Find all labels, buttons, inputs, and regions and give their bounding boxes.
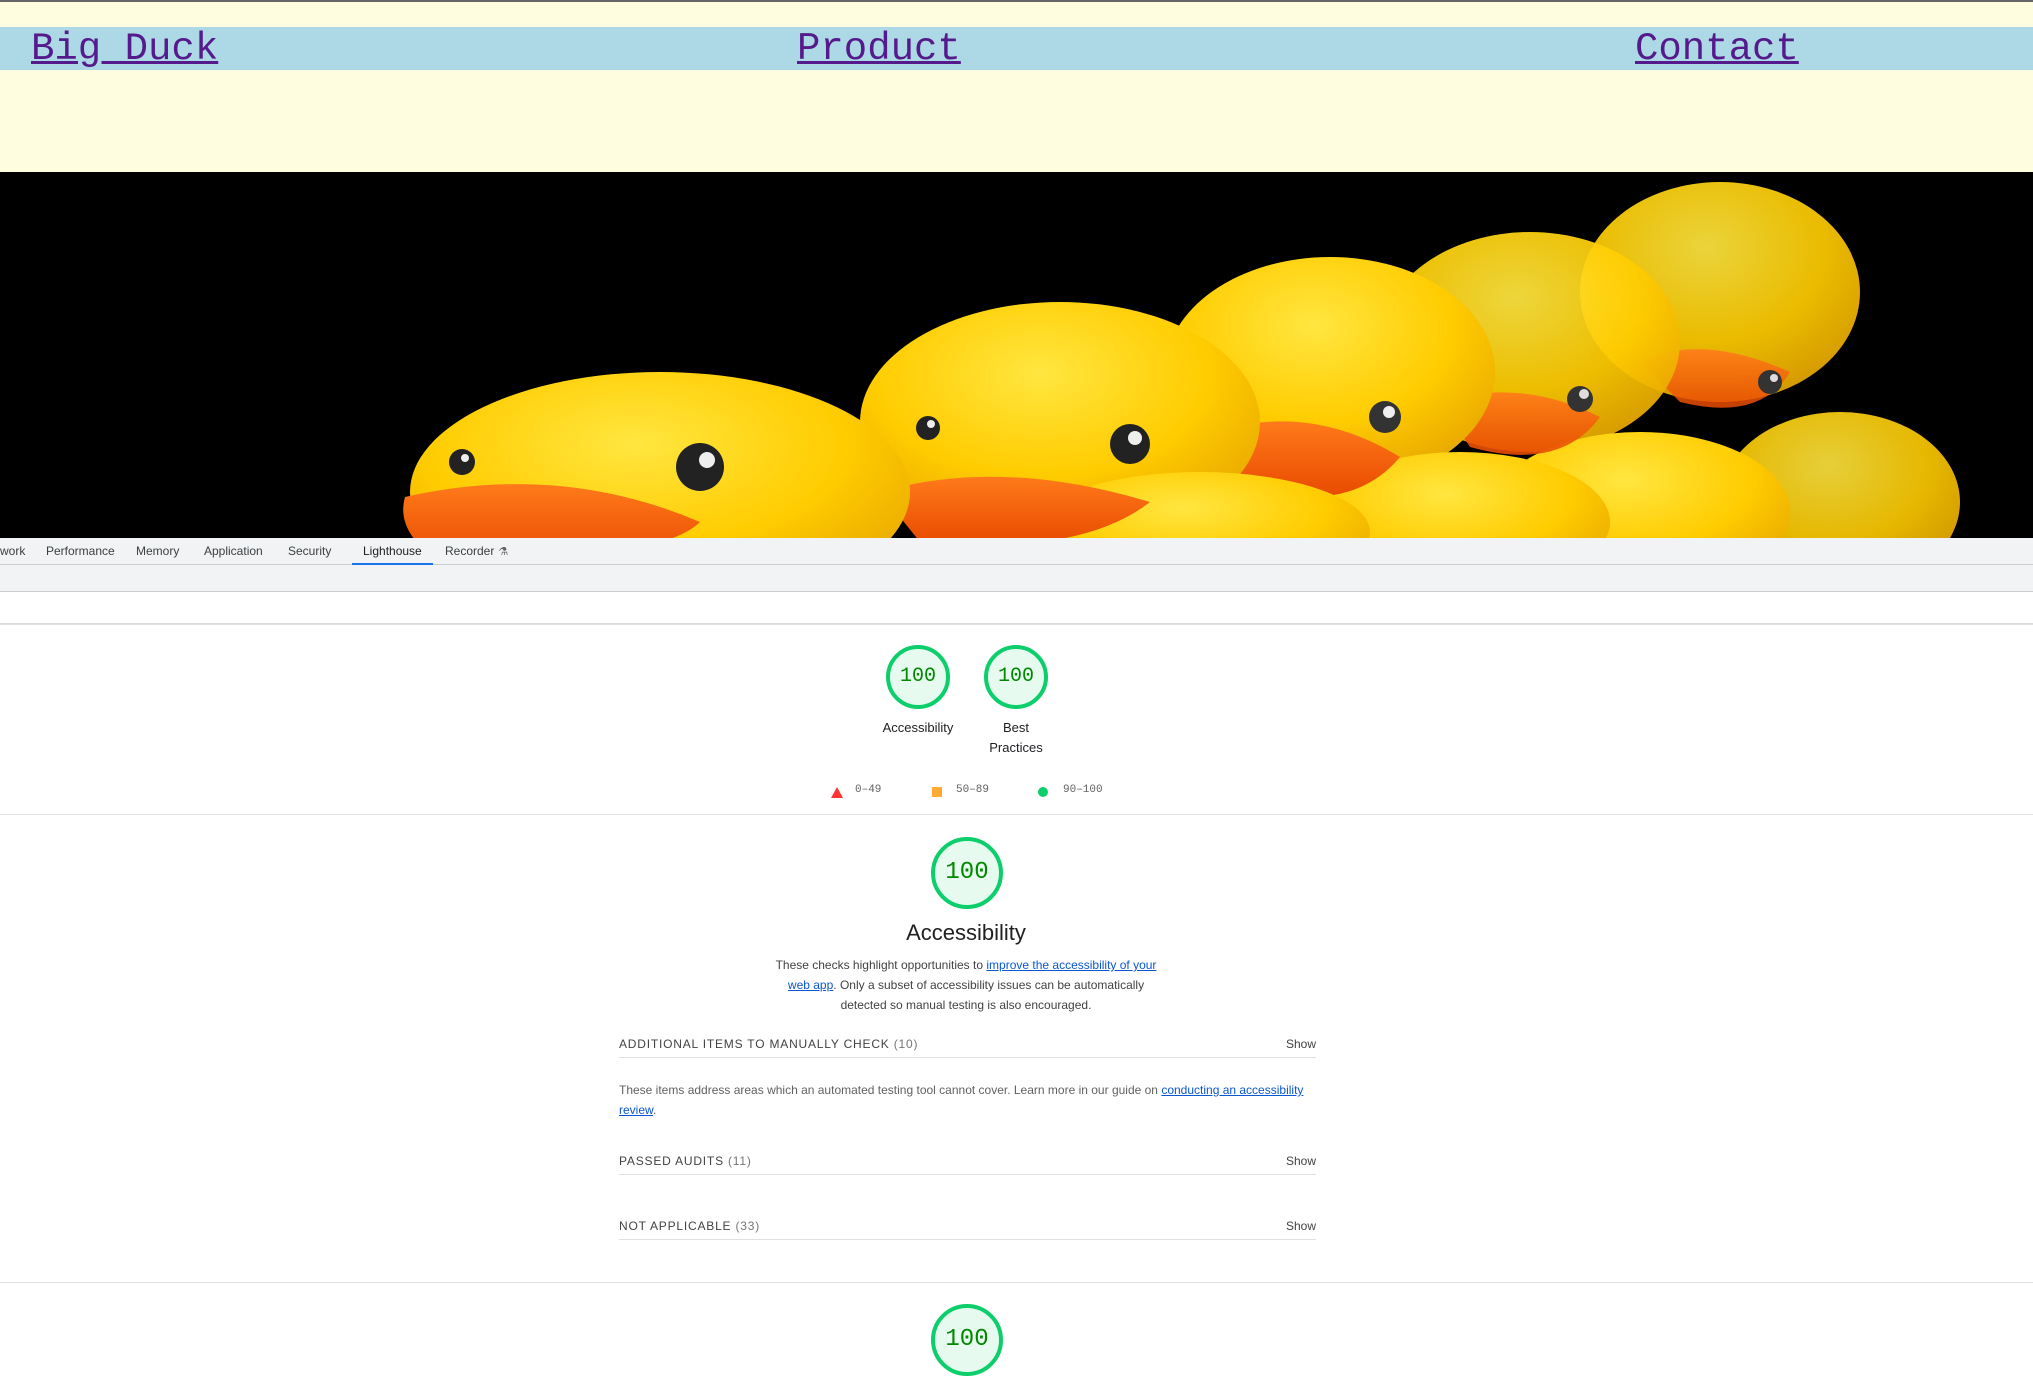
group-not-applicable[interactable]: Not applicable (33) Show bbox=[619, 1215, 1316, 1240]
tab-recorder[interactable]: Recorder ⚗ bbox=[445, 538, 508, 565]
devtools-tab-bar: work Performance Memory Application Secu… bbox=[0, 538, 2033, 565]
hero-image bbox=[0, 172, 2033, 538]
inspected-page: Big Duck Product Contact bbox=[0, 0, 2033, 538]
lighthouse-toolbar bbox=[0, 565, 2033, 592]
nav-link-big-duck[interactable]: Big Duck bbox=[31, 29, 218, 69]
best-practices-category-gauge: 100 bbox=[931, 1304, 1003, 1376]
category-divider bbox=[0, 1282, 2033, 1283]
group-passed-title-text: Passed audits bbox=[619, 1154, 724, 1168]
show-na-button[interactable]: Show bbox=[1286, 1219, 1316, 1233]
nav-link-contact[interactable]: Contact bbox=[1635, 29, 1799, 69]
tab-application[interactable]: Application bbox=[204, 538, 263, 565]
accessibility-gauge[interactable]: 100 bbox=[886, 645, 950, 709]
best-practices-gauge-label[interactable]: Best Practices bbox=[956, 718, 1076, 758]
tab-recorder-label: Recorder bbox=[445, 544, 495, 558]
group-na-title-text: Not applicable bbox=[619, 1219, 732, 1233]
manual-desc-after: . bbox=[653, 1103, 657, 1117]
site-nav-bar: Big Duck Product Contact bbox=[0, 27, 2033, 70]
show-manual-button[interactable]: Show bbox=[1286, 1037, 1316, 1051]
group-manual-count: (10) bbox=[893, 1037, 919, 1051]
group-manual-title-text: Additional items to manually check bbox=[619, 1037, 890, 1051]
best-practices-label-line2: Practices bbox=[989, 740, 1043, 755]
accessibility-category-gauge: 100 bbox=[931, 837, 1003, 909]
tab-network[interactable]: work bbox=[0, 538, 25, 565]
group-passed-count: (11) bbox=[728, 1154, 752, 1168]
best-practices-score: 100 bbox=[997, 665, 1034, 688]
manual-check-description: These items address areas which an autom… bbox=[619, 1080, 1319, 1120]
best-practices-gauge[interactable]: 100 bbox=[984, 645, 1048, 709]
rubber-ducks-photo bbox=[403, 182, 1960, 538]
best-practices-category-score: 100 bbox=[945, 1326, 989, 1353]
accessibility-category-score: 100 bbox=[945, 859, 989, 886]
accessibility-score: 100 bbox=[899, 665, 936, 688]
legend-square-icon bbox=[932, 787, 942, 797]
legend-average-range: 50–89 bbox=[956, 784, 990, 796]
legend-triangle-icon bbox=[831, 787, 843, 798]
tab-performance[interactable]: Performance bbox=[46, 538, 115, 565]
nav-link-product[interactable]: Product bbox=[797, 29, 961, 69]
report-url-bar bbox=[0, 592, 2033, 624]
group-passed-audits[interactable]: Passed audits (11) Show bbox=[619, 1150, 1316, 1175]
best-practices-label-line1: Best bbox=[1002, 720, 1029, 735]
legend-fail-range: 0–49 bbox=[855, 784, 882, 796]
legend-pass-range: 90–100 bbox=[1063, 784, 1103, 796]
manual-desc-before: These items address areas which an autom… bbox=[619, 1083, 1162, 1097]
group-na-count: (33) bbox=[735, 1219, 761, 1233]
show-passed-button[interactable]: Show bbox=[1286, 1154, 1316, 1168]
legend-circle-icon bbox=[1038, 787, 1048, 797]
tab-security[interactable]: Security bbox=[288, 538, 331, 565]
category-desc-before: These checks highlight opportunities to bbox=[775, 958, 987, 972]
group-passed-title: Passed audits (11) bbox=[619, 1154, 752, 1168]
tab-memory[interactable]: Memory bbox=[136, 538, 179, 565]
category-description: These checks highlight opportunities to … bbox=[770, 955, 1162, 1015]
category-title: Accessibility bbox=[906, 920, 1026, 945]
category-desc-after: . Only a subset of accessibility issues … bbox=[833, 978, 1145, 1012]
tab-lighthouse[interactable]: Lighthouse bbox=[352, 538, 433, 565]
report-top-divider bbox=[0, 624, 2033, 625]
group-manual-check[interactable]: Additional items to manually check (10) … bbox=[619, 1033, 1316, 1058]
summary-divider bbox=[0, 814, 2033, 815]
group-manual-check-title: Additional items to manually check (10) bbox=[619, 1037, 918, 1051]
group-na-title: Not applicable (33) bbox=[619, 1219, 760, 1233]
flask-icon: ⚗ bbox=[498, 546, 509, 558]
